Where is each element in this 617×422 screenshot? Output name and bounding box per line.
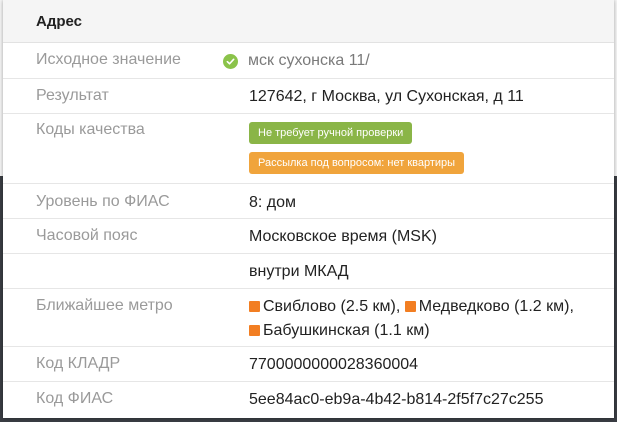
row-quality-codes: Коды качества Не требует ручной проверки… [3,114,614,184]
kladr-code-value: 7700000000028360004 [249,356,419,373]
row-fias-level: Уровень по ФИАС 8: дом [3,184,614,219]
metro-line-icon [249,325,260,336]
metro-line-icon [249,301,260,312]
row-result: Результат 127642, г Москва, ул Сухонская… [3,79,614,114]
row-fias-code: Код ФИАС 5ee84ac0-eb9a-4b42-b814-2f5f7c2… [3,382,614,418]
source-value: мск сухонска 11/ [223,49,584,73]
fias-code-label: Код ФИАС [36,390,114,407]
mkad-value: внутри МКАД [249,263,349,280]
badge-mailing-questionable: Рассылка под вопросом: нет квартиры [249,152,465,174]
timezone-value: Московское время (MSK) [249,228,437,245]
row-source-value: Исходное значение мск сухонска 11/ [3,43,614,79]
result-label: Результат [36,87,109,104]
metro-station-medved: Медведково (1.2 км) [418,298,570,315]
metro-station-svibl: Свиблово (2.5 км) [263,298,396,315]
address-details-panel: Адрес Исходное значение мск сухонска 11/… [3,0,614,418]
metro-separator: , [395,298,405,315]
metro-line-icon [404,301,416,312]
metro-separator: , [569,298,574,315]
result-value: 127642, г Москва, ул Сухонская, д 11 [249,88,524,105]
fias-level-label: Уровень по ФИАС [36,193,170,210]
badge-no-manual-check: Не требует ручной проверки [249,122,413,144]
row-timezone: Часовой пояс Московское время (MSK) [3,219,614,254]
source-value-label: Исходное значение [36,51,181,68]
row-nearest-metro: Ближайшее метро Свиблово (2.5 км), Медве… [3,289,614,347]
fias-level-value: 8: дом [249,194,297,211]
metro-station-babush: Бабушкинская (1.1 км) [263,322,430,339]
timezone-label: Часовой пояс [36,227,138,244]
nearest-metro-label: Ближайшее метро [36,297,173,314]
check-circle-icon [223,53,238,69]
quality-codes-label: Коды качества [36,121,145,138]
row-kladr-code: Код КЛАДР 7700000000028360004 [3,347,614,382]
source-value-text: мск сухонска 11/ [248,52,370,69]
row-mkad: внутри МКАД [3,254,614,289]
nearest-metro-value: Свиблово (2.5 км), Медведково (1.2 км), … [249,295,574,343]
kladr-code-label: Код КЛАДР [36,355,121,372]
fias-code-value: 5ee84ac0-eb9a-4b42-b814-2f5f7c27c255 [249,391,544,408]
panel-title: Адрес [3,0,614,43]
